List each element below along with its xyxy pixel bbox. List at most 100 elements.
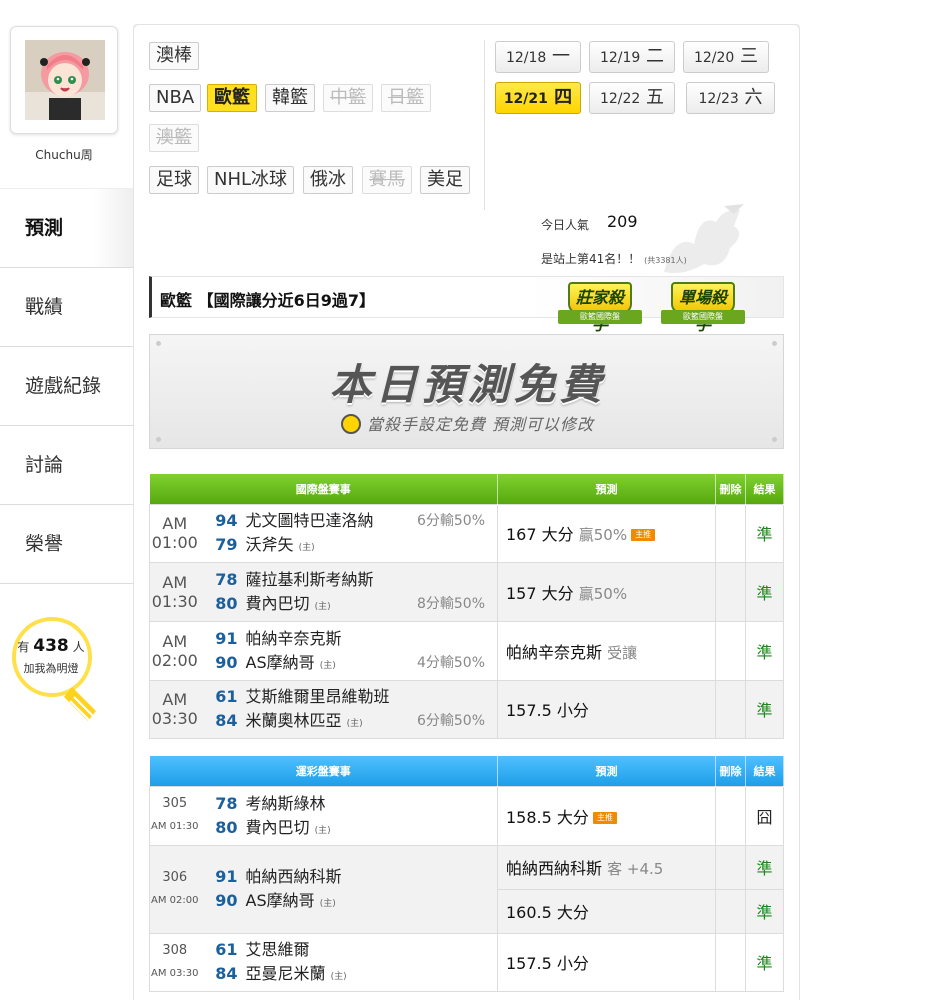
team-name[interactable]: 考納斯綠林 xyxy=(246,792,326,816)
prediction-pick: 157.5 小分 xyxy=(506,954,589,973)
section-title: 歐籃 【國際讓分近6日9過7】 xyxy=(160,291,375,310)
sport-aus-baseball[interactable]: 澳棒 xyxy=(149,42,199,70)
date-1223[interactable]: 12/23 六 xyxy=(686,82,775,114)
team-name[interactable]: 帕納西納科斯 xyxy=(246,865,342,889)
sport-nba[interactable]: NBA xyxy=(149,84,202,112)
game-time: AM 01:00 xyxy=(149,503,200,563)
rank-main: 是站上第41名！！ xyxy=(541,252,641,266)
date-1218[interactable]: 12/18 一 xyxy=(495,41,581,73)
team-name-home[interactable]: 米蘭奧林匹亞 (主) xyxy=(246,709,363,736)
popularity-label: 今日人氣 xyxy=(541,218,590,232)
sport-horse-racing: 賽馬 xyxy=(362,166,412,194)
prediction: 帕納西納科斯 客 +4.5 xyxy=(497,844,716,890)
table-row: AM 01:30 78 薩拉基利斯考納斯 80 費內巴切 (主) 8分輸50% 157… xyxy=(149,561,784,622)
result-mark: 準 xyxy=(745,503,784,563)
date-1218-md: 12/18 xyxy=(505,50,547,66)
date-1221-wd: 四 xyxy=(554,87,573,108)
nav-record[interactable]: 戰績 xyxy=(0,267,133,346)
table-row: AM 03:30 61 艾斯維爾里昂維勒班 84 米蘭奧林匹亞 (主) 6分輸50% … xyxy=(149,679,784,739)
banner-title: 本日預測免費 xyxy=(329,360,606,409)
home-mark: (主) xyxy=(314,825,331,836)
sport-russia-hockey[interactable]: 俄冰 xyxy=(303,166,353,194)
team-name-home[interactable]: 費內巴切 (主) xyxy=(246,592,331,619)
date-1220[interactable]: 12/20 三 xyxy=(683,41,769,73)
prediction: 158.5 大分 主推 xyxy=(497,785,716,846)
team-score: 90 xyxy=(215,652,238,672)
spread-result: 6分輸50% xyxy=(416,513,485,529)
nav-record-label: 戰績 xyxy=(25,296,64,318)
sport-japan-basketball: 日籃 xyxy=(381,84,431,112)
sport-nhl[interactable]: NHL冰球 xyxy=(207,166,295,194)
prediction: 160.5 大分 xyxy=(497,888,716,934)
date-1221[interactable]: 12/21 四 xyxy=(495,82,581,114)
home-mark: (主) xyxy=(319,899,336,909)
team-name[interactable]: 艾思維爾 xyxy=(246,938,310,962)
team-name-home[interactable]: AS摩納哥 (主) xyxy=(246,889,336,916)
nav-honor[interactable]: 榮譽 xyxy=(0,504,133,583)
game-number: 306 xyxy=(162,869,188,885)
team-name: AS摩納哥 xyxy=(245,652,315,672)
team-name-home[interactable]: AS摩納哥 (主) xyxy=(246,651,336,678)
badge-bookmaker-killer-ribbon: 歐籃國際盤 xyxy=(558,310,642,324)
game-teams: 78 考納斯綠林 80 費內巴切 (主) xyxy=(199,785,498,846)
date-1223-md: 12/23 xyxy=(698,91,739,107)
nav-discussion[interactable]: 討論 xyxy=(0,425,133,504)
delete-cell xyxy=(715,932,746,992)
free-banner: 本日預測免費 當殺手設定免費 預測可以修改 xyxy=(149,334,784,449)
fan-prefix: 有 xyxy=(17,640,30,654)
delete-cell xyxy=(715,679,746,739)
game-time: AM 03:30 xyxy=(151,967,199,979)
lottery-header-result: 結果 xyxy=(745,756,784,786)
result-mark: 準 xyxy=(745,932,784,992)
team-name-home[interactable]: 費內巴切 (主) xyxy=(246,816,331,843)
game-time: AM 03:30 xyxy=(149,679,200,739)
team-name-home[interactable]: 沃斧矢 (主) xyxy=(246,533,315,560)
team-name-home[interactable]: 亞曼尼米蘭 (主) xyxy=(246,962,347,989)
follow-link[interactable]: 加我為明燈 xyxy=(10,660,92,676)
lottery-header-delete: 刪除 xyxy=(715,756,746,786)
team-score: 84 xyxy=(215,964,238,983)
sport-korea-basketball[interactable]: 韓籃 xyxy=(265,84,315,112)
team-name[interactable]: 尤文圖特巴達洛納 xyxy=(246,509,374,533)
avatar[interactable] xyxy=(25,40,105,120)
delete-cell xyxy=(715,503,746,563)
team-score: 61 xyxy=(215,687,238,706)
date-1219[interactable]: 12/19 二 xyxy=(589,41,675,73)
game-teams: 61 艾斯維爾里昂維勒班 84 米蘭奧林匹亞 (主) 6分輸50% xyxy=(199,679,498,739)
nav-game-log[interactable]: 遊戲紀錄 xyxy=(0,346,133,425)
delete-cell xyxy=(715,620,746,681)
lottery-games-table: 運彩盤賽事 預測 刪除 結果 305 AM 01:30 78 考納斯綠林 80 費內巴… xyxy=(149,756,784,992)
nav-divider xyxy=(0,583,133,584)
nav-predict[interactable]: 預測 xyxy=(0,188,133,267)
team-name[interactable]: 艾斯維爾里昂維勒班 xyxy=(246,685,390,709)
rank-note: (共3381人) xyxy=(644,256,687,265)
date-1222[interactable]: 12/22 五 xyxy=(589,82,675,114)
table-row: 305 AM 01:30 78 考納斯綠林 80 費內巴切 (主) 158.5 大分主… xyxy=(149,785,784,846)
date-1218-wd: 一 xyxy=(552,46,571,67)
prediction: 157.5 小分 xyxy=(497,932,716,992)
team-name: 沃斧矢 xyxy=(245,535,294,554)
table-row: 308 AM 03:30 61 艾思維爾 84 亞曼尼米蘭 (主) 157.5 小分 … xyxy=(149,932,784,992)
sport-nfl[interactable]: 美足 xyxy=(420,166,470,194)
left-sidebar: Chuchu周 預測 戰績 遊戲紀錄 討論 榮譽 有 438 人 加我為明燈 xyxy=(0,0,133,1000)
avatar-frame[interactable] xyxy=(10,26,118,134)
home-mark: (主) xyxy=(330,972,347,982)
result-mark: 準 xyxy=(745,844,784,890)
prediction: 帕納辛奈克斯 受讓 xyxy=(497,620,716,681)
home-mark: (主) xyxy=(319,660,336,671)
fan-suffix: 人 xyxy=(72,640,85,654)
team-score: 91 xyxy=(215,628,238,648)
home-mark: (主) xyxy=(314,601,331,612)
team-name[interactable]: 帕納辛奈克斯 xyxy=(246,627,342,651)
sport-euro-basketball[interactable]: 歐籃 xyxy=(207,84,257,112)
date-1223-wd: 六 xyxy=(744,87,763,108)
team-name[interactable]: 薩拉基利斯考納斯 xyxy=(246,568,374,592)
sport-soccer[interactable]: 足球 xyxy=(149,166,199,194)
date-1220-md: 12/20 xyxy=(693,50,735,66)
prediction-line: 客 +4.5 xyxy=(607,860,664,878)
game-time-cell: 306 AM 02:00 xyxy=(149,844,200,934)
home-mark: (主) xyxy=(346,719,363,729)
date-1222-md: 12/22 xyxy=(599,91,641,107)
spread-result: 6分輸50% xyxy=(416,713,485,729)
nav-game-log-label: 遊戲紀錄 xyxy=(25,375,102,397)
